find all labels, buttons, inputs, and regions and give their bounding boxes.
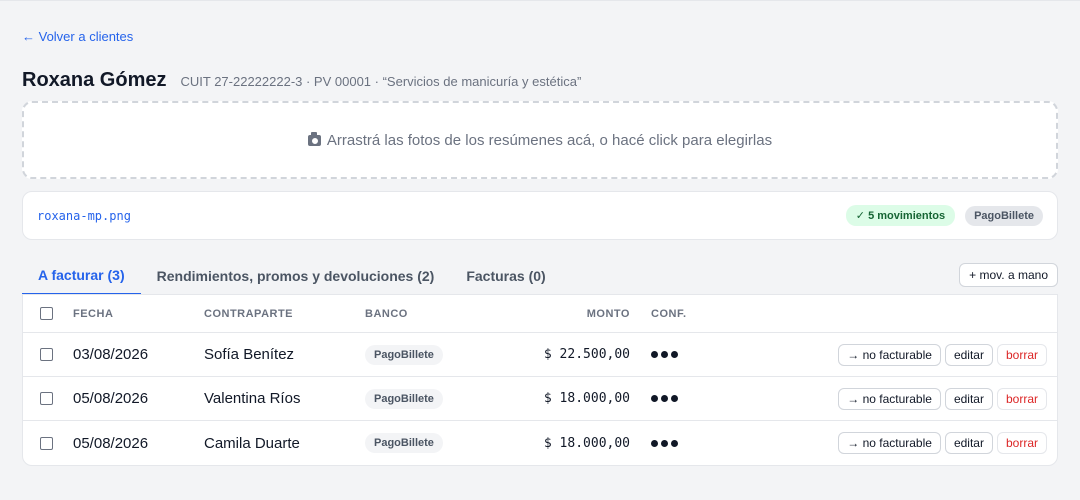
row-amount: $ 18.000,00 (543, 391, 630, 406)
row-amount: $ 18.000,00 (543, 435, 630, 451)
tab-facturas[interactable]: Facturas (0) (450, 257, 561, 294)
row-counterpart: Camila Duarte (204, 434, 300, 452)
select-all-cell (40, 295, 53, 332)
movements-table: FECHA CONTRAPARTE BANCO MONTO CONF. 03/0… (22, 294, 1058, 466)
row-bank-cell: PagoBillete (365, 421, 443, 465)
uploaded-file-card: roxana-mp.png ✓ 5 movimientos PagoBillet… (22, 191, 1058, 240)
row-date: 03/08/2026 (73, 346, 149, 363)
row-actions: → no facturable editar borrar (838, 333, 1047, 376)
row-amount: $ 22.500,00 (543, 347, 630, 362)
row-checkbox[interactable] (40, 436, 53, 450)
row-bank-badge: PagoBillete (365, 388, 443, 409)
delete-button[interactable]: borrar (996, 432, 1047, 454)
add-manual-movement-button[interactable]: + mov. a mano (959, 262, 1058, 287)
mark-not-invoiceable-button[interactable]: → no facturable (838, 387, 941, 410)
row-counterpart: Valentina Ríos (204, 390, 301, 407)
camera-icon (307, 131, 321, 146)
dropzone-label: Arrastrá las fotos de los resúmenes acá,… (326, 131, 773, 149)
row-bank-cell: PagoBillete (365, 377, 443, 420)
header-bank: BANCO (365, 307, 408, 320)
row-check-cell (40, 377, 53, 420)
row-conf-cell (651, 377, 678, 420)
edit-button[interactable]: editar (944, 432, 993, 454)
row-counterpart: Sofía Benítez (204, 346, 295, 363)
row-check-cell (40, 333, 53, 376)
row-bank-cell: PagoBillete (365, 333, 443, 376)
row-conf-cell (651, 333, 678, 376)
row-conf-cell (651, 421, 678, 465)
header-amount: MONTO (586, 307, 630, 320)
status-badge: ✓ 5 movimientos (845, 205, 956, 226)
upload-dropzone[interactable]: Arrastrá las fotos de los resúmenes acá,… (22, 101, 1058, 179)
page-title: Roxana Gómez (22, 69, 167, 91)
row-bank-badge: PagoBillete (365, 433, 443, 453)
tab-rendimientos[interactable]: Rendimientos, promos y devoluciones (2) (141, 257, 451, 294)
row-checkbox[interactable] (40, 348, 53, 361)
header-date: FECHA (73, 307, 114, 320)
tab-spacer (562, 257, 959, 294)
confidence-dots-icon (651, 439, 678, 447)
row-check-cell (40, 421, 53, 465)
row-date: 05/08/2026 (73, 390, 149, 407)
row-actions: → no facturable editar borrar (838, 421, 1047, 465)
row-bank-badge: PagoBillete (365, 344, 443, 365)
table-row: 05/08/2026 Camila Duarte PagoBillete $ 1… (23, 421, 1057, 465)
confidence-dots-icon (651, 395, 678, 402)
client-meta: CUIT 27-22222222-3 · PV 00001 · “Servici… (180, 74, 582, 89)
tab-a-facturar[interactable]: A facturar (3) (22, 257, 141, 295)
table-row: 05/08/2026 Valentina Ríos PagoBillete $ … (23, 377, 1057, 421)
header-conf: CONF. (651, 307, 687, 320)
file-name[interactable]: roxana-mp.png (37, 209, 846, 223)
bank-badge: PagoBillete (965, 205, 1043, 226)
table-header-row: FECHA CONTRAPARTE BANCO MONTO CONF. (23, 295, 1057, 333)
mark-not-invoiceable-button[interactable]: → no facturable (838, 432, 941, 454)
client-header: Roxana Gómez CUIT 27-22222222-3 · PV 000… (22, 69, 581, 92)
header-counterpart: CONTRAPARTE (204, 307, 294, 320)
tab-bar: A facturar (3) Rendimientos, promos y de… (22, 257, 1058, 295)
edit-button[interactable]: editar (944, 343, 993, 366)
edit-button[interactable]: editar (944, 387, 993, 410)
confidence-dots-icon (651, 351, 678, 358)
select-all-checkbox[interactable] (40, 307, 53, 320)
row-checkbox[interactable] (40, 392, 53, 405)
back-to-clients-link[interactable]: ← Volver a clientes (22, 29, 133, 44)
table-row: 03/08/2026 Sofía Benítez PagoBillete $ 2… (23, 333, 1057, 377)
delete-button[interactable]: borrar (996, 387, 1047, 410)
row-date: 05/08/2026 (73, 434, 149, 452)
delete-button[interactable]: borrar (996, 343, 1047, 366)
mark-not-invoiceable-button[interactable]: → no facturable (838, 343, 941, 366)
row-actions: → no facturable editar borrar (838, 377, 1047, 420)
